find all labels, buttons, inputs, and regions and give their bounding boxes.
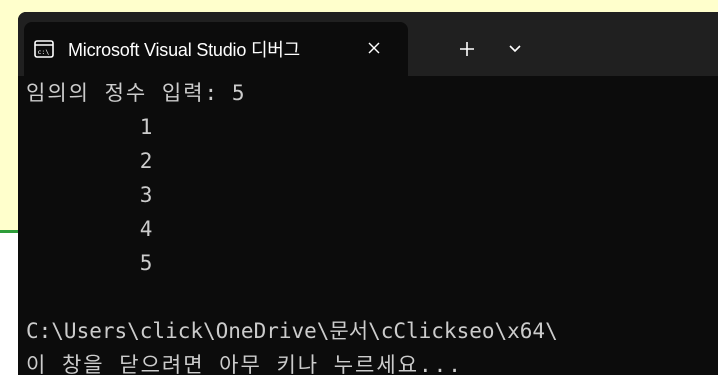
tab-title: Microsoft Visual Studio 디버그	[68, 40, 301, 60]
chevron-down-icon	[509, 45, 521, 53]
close-tab-button[interactable]	[362, 36, 386, 60]
output-line: 2	[139, 149, 153, 173]
exit-message: 이 창을 닫으려면 아무 키나 누르세요...	[26, 353, 463, 375]
tab-debug-console[interactable]: c:\ Microsoft Visual Studio 디버그	[24, 22, 408, 76]
new-tab-button[interactable]	[454, 36, 480, 62]
input-prompt-line: 임의의 정수 입력: 5	[26, 76, 718, 110]
path-line: C:\Users\click\OneDrive\문서\cClickseo\x64…	[26, 319, 558, 343]
svg-text:c:\: c:\	[38, 48, 50, 56]
output-line: 3	[139, 183, 153, 207]
prompt-value: 5	[231, 81, 245, 105]
prompt-label: 임의의 정수 입력:	[26, 81, 220, 105]
title-bar: c:\ Microsoft Visual Studio 디버그	[18, 12, 718, 76]
tab-dropdown-button[interactable]	[502, 36, 528, 62]
output-line: 1	[139, 115, 153, 139]
console-output[interactable]: 임의의 정수 입력: 5 1 2 3 4 5 C:\Users\click\On…	[18, 76, 718, 375]
terminal-icon: c:\	[34, 40, 54, 58]
output-line: 5	[139, 251, 153, 275]
terminal-window: c:\ Microsoft Visual Studio 디버그 임의의 정수 입…	[18, 12, 718, 375]
plus-icon	[460, 42, 474, 56]
close-icon	[368, 42, 380, 54]
output-line: 4	[139, 217, 153, 241]
